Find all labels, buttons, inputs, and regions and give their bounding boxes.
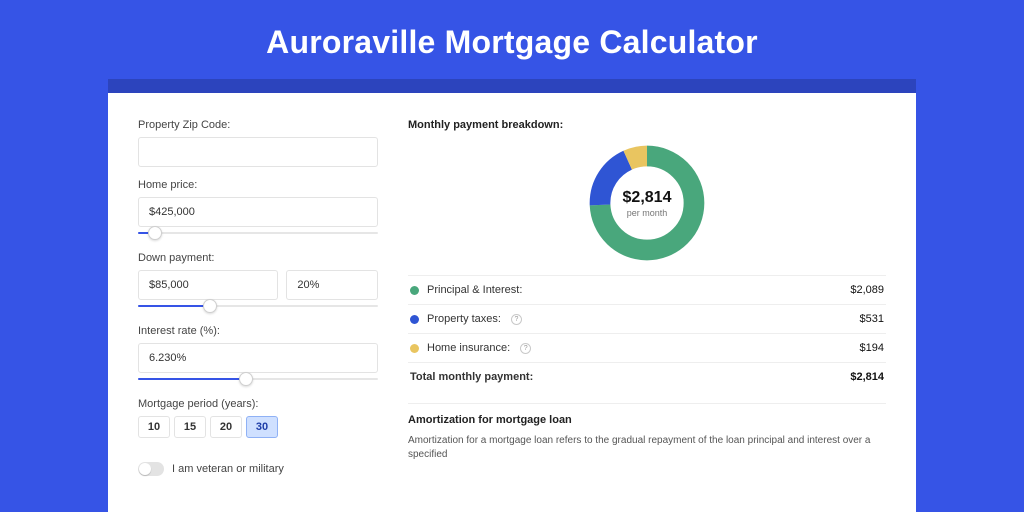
donut-chart: $2,814 per month [585,141,709,265]
slider-fill [138,378,246,380]
breakdown-heading: Monthly payment breakdown: [408,119,886,131]
amortization-body: Amortization for a mortgage loan refers … [408,434,886,462]
amortization-heading: Amortization for mortgage loan [408,414,886,426]
legend-label: Principal & Interest: [427,284,522,296]
interest-rate-slider[interactable] [138,372,378,386]
calculator-panel: Property Zip Code: Home price: Down paym… [108,93,916,512]
zip-label: Property Zip Code: [138,119,378,131]
period-button-15[interactable]: 15 [174,416,206,438]
legend-row: Property taxes:? $531 [408,305,886,334]
veteran-toggle[interactable] [138,462,164,476]
down-payment-group: Down payment: [138,252,378,313]
legend-row: Principal & Interest: $2,089 [408,276,886,305]
amortization-section: Amortization for mortgage loan Amortizat… [408,403,886,462]
veteran-label: I am veteran or military [172,463,284,475]
legend-value: $2,089 [850,284,884,296]
zip-group: Property Zip Code: [138,119,378,167]
slider-rail [138,232,378,234]
legend-label: Property taxes: [427,313,501,325]
breakdown-legend: Principal & Interest: $2,089 Property taxe… [408,275,886,391]
period-button-10[interactable]: 10 [138,416,170,438]
period-button-30[interactable]: 30 [246,416,278,438]
donut-chart-wrap: $2,814 per month [408,137,886,275]
home-price-input[interactable] [138,197,378,227]
legend-row: Home insurance:? $194 [408,334,886,363]
donut-center: $2,814 per month [585,141,709,265]
down-payment-pct-input[interactable] [286,270,378,300]
interest-rate-input[interactable] [138,343,378,373]
inputs-column: Property Zip Code: Home price: Down paym… [138,119,378,512]
period-button-row: 10152030 [138,416,378,438]
slider-thumb[interactable] [148,226,162,240]
zip-input[interactable] [138,137,378,167]
legend-dot-icon [410,315,419,324]
interest-rate-group: Interest rate (%): [138,325,378,386]
breakdown-column: Monthly payment breakdown: $2,814 per mo… [408,119,886,512]
home-price-label: Home price: [138,179,378,191]
legend-dot-icon [410,344,419,353]
toggle-knob [139,463,151,475]
legend-value: $194 [860,342,884,354]
veteran-row: I am veteran or military [138,462,378,476]
donut-center-amount: $2,814 [623,189,672,207]
info-icon[interactable]: ? [511,314,522,325]
donut-center-sub: per month [627,208,668,218]
legend-label: Home insurance: [427,342,510,354]
page-title: Auroraville Mortgage Calculator [0,0,1024,79]
down-payment-label: Down payment: [138,252,378,264]
legend-value: $531 [860,313,884,325]
down-payment-input[interactable] [138,270,278,300]
slider-fill [138,305,210,307]
legend-total-value: $2,814 [850,371,884,383]
period-label: Mortgage period (years): [138,398,378,410]
slider-thumb[interactable] [239,372,253,386]
down-payment-slider[interactable] [138,299,378,313]
period-button-20[interactable]: 20 [210,416,242,438]
legend-total-label: Total monthly payment: [410,371,533,383]
legend-dot-icon [410,286,419,295]
legend-total-row: Total monthly payment: $2,814 [408,363,886,391]
interest-rate-label: Interest rate (%): [138,325,378,337]
info-icon[interactable]: ? [520,343,531,354]
home-price-slider[interactable] [138,226,378,240]
home-price-group: Home price: [138,179,378,240]
slider-thumb[interactable] [203,299,217,313]
panel-header-strip [108,79,916,93]
period-group: Mortgage period (years): 10152030 [138,398,378,438]
